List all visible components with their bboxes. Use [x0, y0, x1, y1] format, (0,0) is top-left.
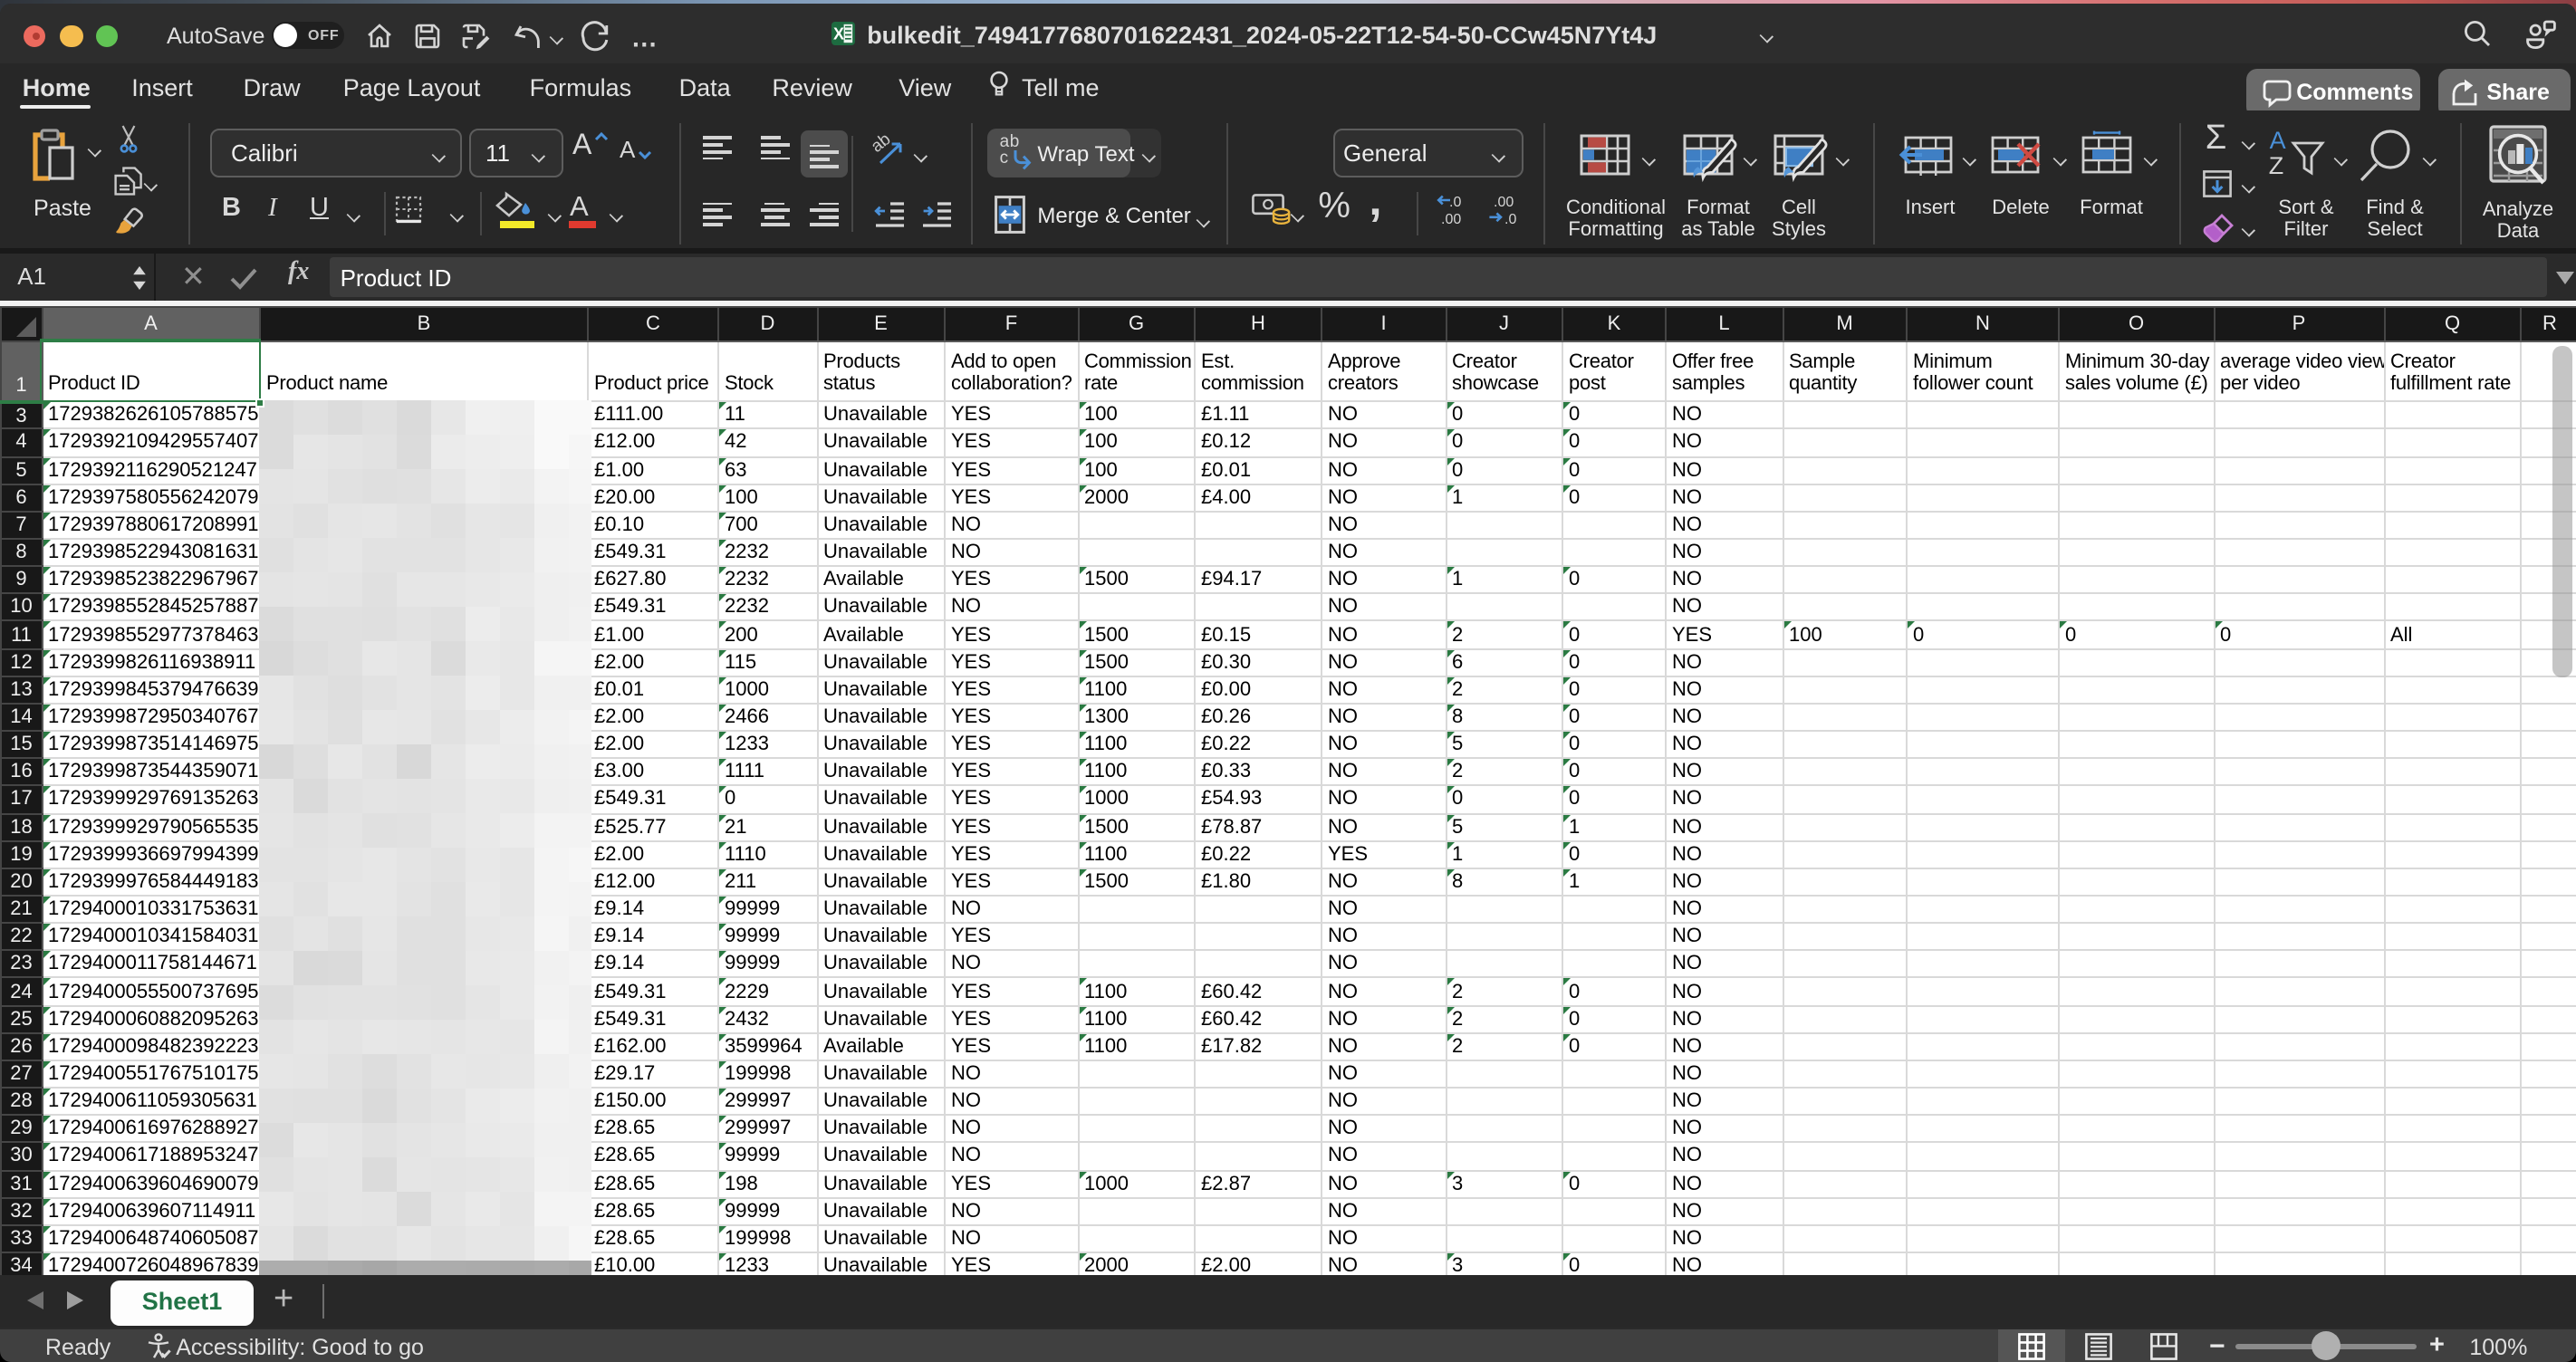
svg-text:.00: .00 — [1441, 212, 1461, 227]
svg-text:.00: .00 — [1494, 195, 1514, 210]
svg-text:.0: .0 — [1449, 195, 1461, 210]
svg-text:X: X — [833, 25, 844, 43]
svg-text:.0: .0 — [1504, 212, 1516, 227]
